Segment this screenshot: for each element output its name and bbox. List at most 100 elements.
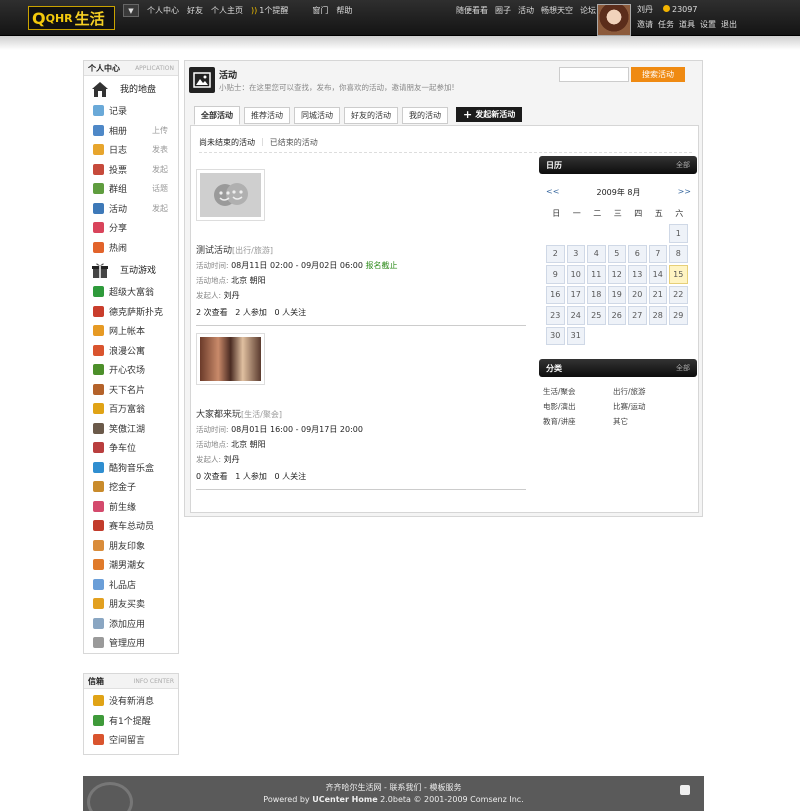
dropdown-menu-button[interactable]: ▼ <box>123 4 139 17</box>
category-link[interactable]: 电影/演出 <box>543 401 613 412</box>
sidebar-game-item[interactable]: 管理应用 <box>84 633 178 653</box>
calendar-day[interactable]: 23 <box>546 306 565 325</box>
sidebar-game-item[interactable]: 添加应用 <box>84 614 178 634</box>
calendar-day[interactable]: 17 <box>566 285 585 304</box>
calendar-day[interactable]: 13 <box>628 265 647 284</box>
sidebar-game-item[interactable]: 百万富翁 <box>84 399 178 419</box>
user-name[interactable]: 刘丹 <box>637 4 653 15</box>
calendar-day[interactable]: 4 <box>587 244 606 263</box>
category-link[interactable]: 其它 <box>613 416 683 427</box>
calendar-day[interactable]: 9 <box>546 265 565 284</box>
sidebar-game-item[interactable]: 天下名片 <box>84 380 178 400</box>
tab-friends-events[interactable]: 好友的活动 <box>344 107 398 124</box>
nav-friends[interactable]: 好友 <box>187 5 203 16</box>
sidebar-item[interactable]: 热闹 <box>84 238 178 258</box>
calendar-prev[interactable]: << <box>546 187 559 198</box>
nav-browse[interactable]: 随便看看 <box>456 5 488 16</box>
notify-link[interactable]: )) 1个提醒 <box>251 5 288 16</box>
search-input[interactable] <box>559 67 629 82</box>
sidebar-game-item[interactable]: 朋友印象 <box>84 536 178 556</box>
event-title[interactable]: 测试活动 <box>196 246 232 256</box>
user-action-props[interactable]: 道具 <box>679 19 695 30</box>
sidebar-game-item[interactable]: 礼品店 <box>84 575 178 595</box>
tab-my-events[interactable]: 我的活动 <box>402 107 448 124</box>
calendar-day[interactable]: 5 <box>607 244 626 263</box>
sidebar-game-item[interactable]: 超级大富翁 <box>84 282 178 302</box>
sidebar-game-item[interactable]: 赛车总动员 <box>84 516 178 536</box>
sidebar-game-item[interactable]: 开心农场 <box>84 360 178 380</box>
nav-forum[interactable]: 论坛 <box>580 5 596 16</box>
inbox-item[interactable]: 空间留言 <box>84 730 178 750</box>
calendar-day[interactable]: 6 <box>628 244 647 263</box>
event-category[interactable]: [出行/旅游] <box>232 246 273 255</box>
category-link[interactable]: 比赛/运动 <box>613 401 683 412</box>
calendar-day[interactable]: 21 <box>648 285 667 304</box>
calendar-next[interactable]: >> <box>678 187 691 198</box>
games-section[interactable]: 互动游戏 <box>84 257 178 282</box>
sidebar-item[interactable]: 分享 <box>84 218 178 238</box>
nav-sky[interactable]: 畅想天空 <box>541 5 573 16</box>
calendar-day[interactable]: 20 <box>628 285 647 304</box>
item-action-link[interactable]: 发起 <box>152 164 168 175</box>
user-action-logout[interactable]: 退出 <box>721 19 737 30</box>
nav-help[interactable]: 帮助 <box>336 5 352 16</box>
item-action-link[interactable]: 话题 <box>152 183 168 194</box>
new-event-button[interactable]: + 发起新活动 <box>456 107 523 122</box>
calendar-day[interactable]: 1 <box>669 224 688 243</box>
calendar-day-today[interactable]: 15 <box>669 265 688 284</box>
calendar-day[interactable]: 2 <box>546 244 565 263</box>
calendar-day[interactable]: 27 <box>628 306 647 325</box>
event-thumbnail[interactable] <box>196 333 265 385</box>
sidebar-game-item[interactable]: 酷狗音乐盒 <box>84 458 178 478</box>
calendar-day[interactable]: 14 <box>648 265 667 284</box>
tab-all-events[interactable]: 全部活动 <box>194 106 240 125</box>
category-all-link[interactable]: 全部 <box>676 363 690 373</box>
category-link[interactable]: 教育/讲座 <box>543 416 613 427</box>
user-action-tasks[interactable]: 任务 <box>658 19 674 30</box>
footer-badge-icon[interactable] <box>680 785 690 795</box>
sidebar-game-item[interactable]: 潮男潮女 <box>84 555 178 575</box>
sidebar-game-item[interactable]: 争车位 <box>84 438 178 458</box>
calendar-day[interactable]: 12 <box>607 265 626 284</box>
calendar-day[interactable]: 24 <box>566 306 585 325</box>
calendar-day[interactable]: 19 <box>607 285 626 304</box>
calendar-day[interactable]: 7 <box>648 244 667 263</box>
sidebar-game-item[interactable]: 网上帐本 <box>84 321 178 341</box>
category-link[interactable]: 生活/聚会 <box>543 386 613 397</box>
tab-recommended[interactable]: 推荐活动 <box>244 107 290 124</box>
item-action-link[interactable]: 发起 <box>152 203 168 214</box>
category-link[interactable]: 出行/旅游 <box>613 386 683 397</box>
calendar-day[interactable]: 29 <box>669 306 688 325</box>
sidebar-item[interactable]: 群组 话题 <box>84 179 178 199</box>
event-thumbnail[interactable] <box>196 169 265 221</box>
search-button[interactable]: 搜索活动 <box>631 67 685 82</box>
sidebar-item[interactable]: 相册 上传 <box>84 121 178 141</box>
sidebar-game-item[interactable]: 前生缘 <box>84 497 178 517</box>
inbox-item[interactable]: 没有新消息 <box>84 691 178 711</box>
event-host[interactable]: 刘丹 <box>224 455 240 464</box>
user-action-settings[interactable]: 设置 <box>700 19 716 30</box>
user-avatar[interactable] <box>597 4 631 36</box>
event-category[interactable]: [生活/聚会] <box>241 410 282 419</box>
user-action-invite[interactable]: 邀请 <box>637 19 653 30</box>
calendar-day[interactable]: 16 <box>546 285 565 304</box>
sidebar-game-item[interactable]: 挖金子 <box>84 477 178 497</box>
powered-product[interactable]: UCenter Home <box>312 795 377 804</box>
calendar-day[interactable]: 18 <box>587 285 606 304</box>
calendar-all-link[interactable]: 全部 <box>676 160 690 170</box>
subtab-ended[interactable]: 已结束的活动 <box>270 137 318 148</box>
nav-window[interactable]: 窗门 <box>312 5 328 16</box>
nav-homepage[interactable]: 个人主页 <box>211 5 243 16</box>
event-title[interactable]: 大家都来玩 <box>196 410 241 420</box>
subtab-ongoing[interactable]: 尚未结束的活动 <box>199 137 255 148</box>
calendar-day[interactable]: 8 <box>669 244 688 263</box>
sidebar-item[interactable]: 日志 发表 <box>84 140 178 160</box>
calendar-day[interactable]: 28 <box>648 306 667 325</box>
calendar-day[interactable]: 30 <box>546 326 565 345</box>
sidebar-game-item[interactable]: 浪漫公寓 <box>84 341 178 361</box>
site-logo[interactable]: Q QHR 生活 <box>28 6 115 30</box>
nav-events[interactable]: 活动 <box>518 5 534 16</box>
tab-local[interactable]: 同城活动 <box>294 107 340 124</box>
calendar-day[interactable]: 11 <box>587 265 606 284</box>
calendar-day[interactable]: 31 <box>566 326 585 345</box>
